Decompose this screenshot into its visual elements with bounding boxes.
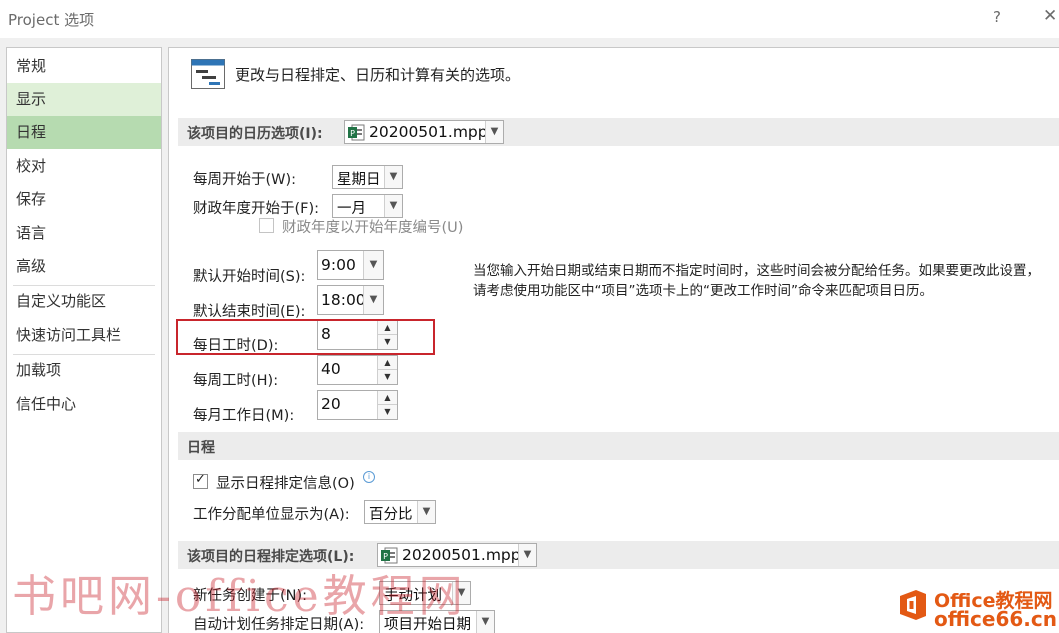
calendar-project-select[interactable]: P 20200501.mpp ▼: [344, 120, 504, 144]
days-per-month-label: 每月工作日(M):: [193, 408, 295, 424]
fiscal-numbering-label: 财政年度以开始年度编号(U): [282, 220, 464, 236]
chevron-down-icon: ▼: [518, 544, 536, 566]
default-start-label: 默认开始时间(S):: [193, 269, 306, 285]
sidebar-item-language[interactable]: 语言: [7, 217, 161, 250]
close-button[interactable]: ✕: [1043, 6, 1057, 26]
hours-per-week-label: 每周工时(H):: [193, 373, 279, 389]
office-logo-icon: [900, 590, 926, 620]
fiscal-start-value: 一月: [337, 201, 366, 217]
dialog-body: 常规 显示 日程 校对 保存 语言 高级 自定义功能区 快速访问工具栏 加载项 …: [0, 38, 1059, 633]
sidebar-item-trust-center[interactable]: 信任中心: [7, 388, 161, 421]
assignment-units-value: 百分比: [369, 507, 413, 523]
days-per-month-stepper[interactable]: 20 ▲ ▼: [317, 390, 398, 420]
sidebar-item-customize-ribbon[interactable]: 自定义功能区: [7, 285, 161, 318]
show-schedule-info-checkbox[interactable]: ✓: [193, 472, 208, 489]
default-end-value: 18:00: [321, 291, 366, 309]
stepper-buttons: ▲ ▼: [377, 391, 397, 419]
default-end-label: 默认结束时间(E):: [193, 304, 306, 320]
week-start-select[interactable]: 星期日 ▼: [332, 165, 403, 189]
week-start-value: 星期日: [337, 172, 381, 188]
sidebar-item-proofing[interactable]: 校对: [7, 150, 161, 183]
header-description: 更改与日程排定、日历和计算有关的选项。: [235, 66, 521, 84]
hours-per-week-stepper[interactable]: 40 ▲ ▼: [317, 355, 398, 385]
chevron-down-icon: ▼: [384, 195, 402, 217]
svg-text:P: P: [350, 129, 355, 138]
days-per-month-value: 20: [321, 395, 341, 413]
fiscal-numbering-checkbox[interactable]: [259, 218, 274, 233]
checkmark-icon: ✓: [195, 472, 206, 487]
highlight-box: [176, 319, 435, 355]
chevron-down-icon[interactable]: ▼: [363, 286, 383, 314]
schedule-section: 日程: [178, 432, 1059, 460]
calendar-project-file: 20200501.mpp: [369, 123, 488, 141]
increment-icon[interactable]: ▲: [378, 391, 397, 405]
sidebar-item-save[interactable]: 保存: [7, 183, 161, 216]
sidebar-item-quick-access-toolbar[interactable]: 快速访问工具栏: [7, 319, 161, 352]
decrement-icon[interactable]: ▼: [378, 405, 397, 419]
default-end-time-input[interactable]: 18:00 ▼: [317, 285, 384, 315]
default-start-time-input[interactable]: 9:00 ▼: [317, 250, 384, 280]
site-logo: Office教程网 office66.cn: [896, 585, 1057, 631]
schedule-section-title: 日程: [187, 440, 215, 456]
options-content: 更改与日程排定、日历和计算有关的选项。 该项目的日历选项(I): P 20200…: [168, 47, 1059, 633]
chevron-down-icon: ▼: [485, 121, 503, 143]
decrement-icon[interactable]: ▼: [378, 370, 397, 384]
sidebar-item-add-ins[interactable]: 加载项: [7, 354, 161, 387]
window-title: Project 选项: [8, 11, 95, 29]
chevron-down-icon: ▼: [417, 501, 435, 523]
sidebar-item-general[interactable]: 常规: [7, 50, 161, 83]
calendar-options-section: 该项目的日历选项(I):: [178, 118, 1059, 146]
info-icon: i: [363, 471, 375, 483]
fiscal-start-select[interactable]: 一月 ▼: [332, 194, 403, 218]
schedule-options-icon: [191, 59, 225, 89]
show-schedule-info-label: 显示日程排定信息(O): [216, 476, 355, 492]
sidebar-item-advanced[interactable]: 高级: [7, 250, 161, 283]
default-time-note: 当您输入开始日期或结束日期而不指定时间时，这些时间会被分配给任务。如果要更改此设…: [473, 263, 1040, 299]
stepper-buttons: ▲ ▼: [377, 356, 397, 384]
chevron-down-icon[interactable]: ▼: [363, 251, 383, 279]
calendar-options-title: 该项目的日历选项(I):: [187, 126, 323, 142]
fiscal-start-label: 财政年度开始于(F):: [193, 201, 320, 217]
options-sidebar: 常规 显示 日程 校对 保存 语言 高级 自定义功能区 快速访问工具栏 加载项 …: [6, 47, 162, 633]
week-start-label: 每周开始于(W):: [193, 172, 297, 188]
help-button[interactable]: ?: [993, 8, 1001, 26]
assignment-units-select[interactable]: 百分比 ▼: [364, 500, 436, 524]
chevron-down-icon: ▼: [476, 611, 494, 633]
default-start-value: 9:00: [321, 256, 356, 274]
hours-per-week-value: 40: [321, 360, 341, 378]
sidebar-item-display[interactable]: 显示: [7, 83, 161, 116]
project-file-icon: P: [348, 124, 365, 141]
increment-icon[interactable]: ▲: [378, 356, 397, 370]
sidebar-item-schedule[interactable]: 日程: [7, 116, 161, 149]
chevron-down-icon: ▼: [384, 166, 402, 188]
title-bar: Project 选项 ? ✕: [0, 0, 1059, 38]
assignment-units-label: 工作分配单位显示为(A):: [193, 507, 350, 523]
logo-url: office66.cn: [934, 607, 1057, 631]
watermark-text: 书吧网-office教程网: [12, 571, 467, 622]
